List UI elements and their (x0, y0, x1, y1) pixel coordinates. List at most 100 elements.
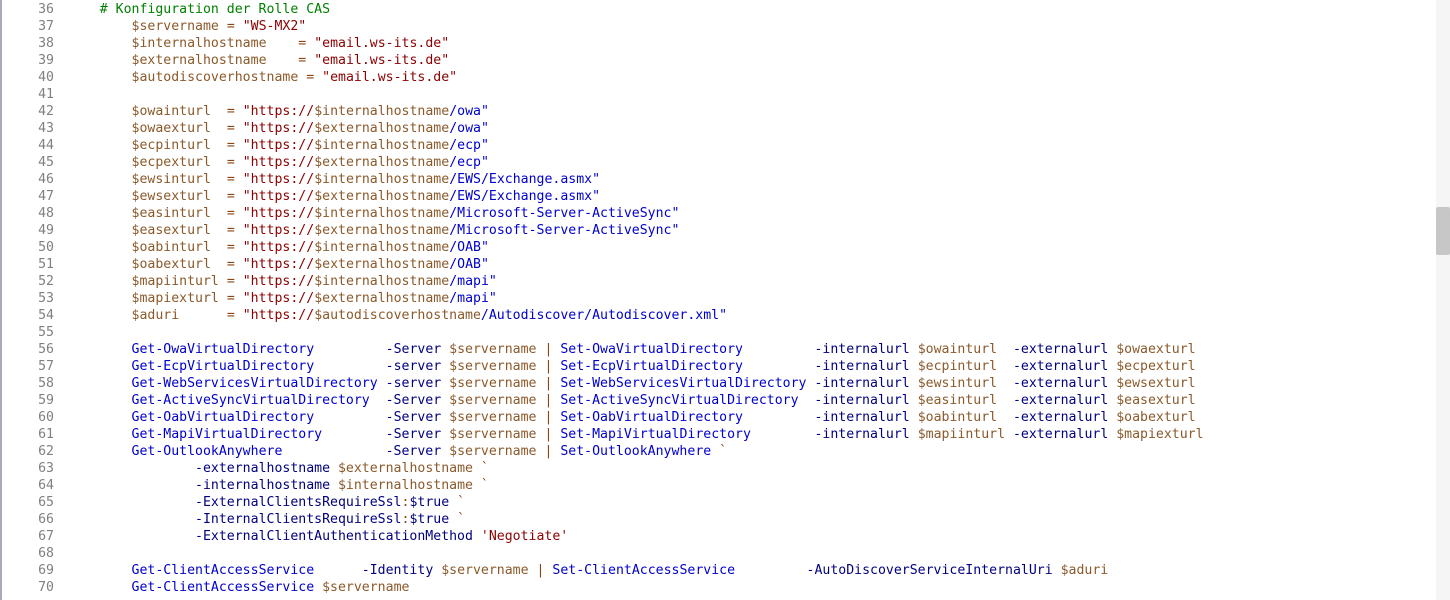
token-op: = (227, 189, 235, 204)
token-str: "https:// (243, 257, 314, 272)
line-number: 58 (2, 375, 54, 392)
code-line[interactable]: Get-ActiveSyncVirtualDirectory -Server $… (68, 392, 1450, 409)
code-line[interactable]: Get-MapiVirtualDirectory -Server $server… (68, 426, 1450, 443)
token-plain (68, 104, 132, 119)
token-var: $internalhostname (314, 206, 449, 221)
token-cmd: Get-MapiVirtualDirectory (132, 427, 323, 442)
token-op: = (227, 308, 235, 323)
token-param: -internalurl (814, 393, 909, 408)
token-str: "email.ws-its.de" (322, 70, 457, 85)
token-var: $servername (322, 580, 409, 595)
line-number: 46 (2, 171, 54, 188)
code-line[interactable]: # Konfiguration der Rolle CAS (68, 1, 1450, 18)
code-line[interactable]: Get-EcpVirtualDirectory -server $servern… (68, 358, 1450, 375)
token-plain (68, 495, 195, 510)
token-cmd: Set-OwaVirtualDirectory (560, 342, 743, 357)
token-plain (449, 512, 457, 527)
token-var: $externalhostname (314, 155, 449, 170)
code-line[interactable]: Get-OabVirtualDirectory -Server $servern… (68, 409, 1450, 426)
code-line[interactable]: -InternalClientsRequireSsl:$true ` (68, 511, 1450, 528)
token-var: $ecpexturl (132, 155, 211, 170)
token-plain (314, 359, 385, 374)
token-plain (529, 563, 537, 578)
token-plain (68, 19, 132, 34)
code-editor[interactable]: 3637383940414243444546474849505152535455… (0, 0, 1450, 600)
code-line[interactable] (68, 324, 1450, 341)
token-var: $internalhostname (314, 138, 449, 153)
token-plain (68, 274, 132, 289)
code-line[interactable]: $easexturl = "https://$externalhostname/… (68, 222, 1450, 239)
line-number: 67 (2, 528, 54, 545)
code-line[interactable]: -externalhostname $externalhostname ` (68, 460, 1450, 477)
token-plain (211, 155, 227, 170)
token-cmd: Get-OutlookAnywhere (132, 444, 283, 459)
token-plain (799, 393, 815, 408)
token-plain (370, 393, 386, 408)
code-line[interactable]: Get-ClientAccessService -Identity $serve… (68, 562, 1450, 579)
token-plain (314, 70, 322, 85)
code-line[interactable]: Get-WebServicesVirtualDirectory -server … (68, 375, 1450, 392)
token-plain (68, 189, 132, 204)
code-line[interactable]: $owaexturl = "https://$externalhostname/… (68, 120, 1450, 137)
token-var: $servername (132, 19, 219, 34)
token-plain (68, 427, 132, 442)
token-var: $owainturl (918, 342, 997, 357)
code-area[interactable]: # Konfiguration der Rolle CAS $servernam… (58, 0, 1450, 600)
code-line[interactable]: Get-OwaVirtualDirectory -Server $servern… (68, 341, 1450, 358)
token-str: "https:// (243, 223, 314, 238)
token-var: $easinturl (132, 206, 211, 221)
code-line[interactable]: $ecpexturl = "https://$externalhostname/… (68, 154, 1450, 171)
token-plain (68, 257, 132, 272)
token-plain (330, 478, 338, 493)
token-op: ` (481, 461, 489, 476)
token-kw: $true (409, 512, 449, 527)
code-line[interactable]: $oabexturl = "https://$externalhostname/… (68, 256, 1450, 273)
code-line[interactable]: $servername = "WS-MX2" (68, 18, 1450, 35)
token-op: ` (457, 512, 465, 527)
vertical-scrollbar-thumb[interactable] (1436, 207, 1450, 255)
code-line[interactable]: -internalhostname $internalhostname ` (68, 477, 1450, 494)
vertical-scrollbar-track[interactable] (1436, 0, 1450, 600)
code-line[interactable]: $aduri = "https://$autodiscoverhostname/… (68, 307, 1450, 324)
token-param: -internalhostname (195, 478, 330, 493)
token-param: -externalurl (1013, 410, 1108, 425)
code-line[interactable]: $externalhostname = "email.ws-its.de" (68, 52, 1450, 69)
token-plain (68, 240, 132, 255)
code-line[interactable] (68, 86, 1450, 103)
line-number: 70 (2, 579, 54, 596)
code-line[interactable]: -ExternalClientsRequireSsl:$true ` (68, 494, 1450, 511)
token-plain (68, 393, 132, 408)
token-plain (910, 410, 918, 425)
token-plain (68, 172, 132, 187)
code-line[interactable]: $ecpinturl = "https://$internalhostname/… (68, 137, 1450, 154)
code-line[interactable]: $mapiinturl = "https://$internalhostname… (68, 273, 1450, 290)
code-line[interactable]: $autodiscoverhostname = "email.ws-its.de… (68, 69, 1450, 86)
code-line[interactable]: $oabinturl = "https://$internalhostname/… (68, 239, 1450, 256)
code-line[interactable]: $mapiexturl = "https://$externalhostname… (68, 290, 1450, 307)
token-var: $mapiexturl (132, 291, 219, 306)
code-line[interactable]: $ewsinturl = "https://$internalhostname/… (68, 171, 1450, 188)
token-plain (219, 291, 227, 306)
token-var: $externalhostname (132, 53, 267, 68)
code-line[interactable]: Get-ClientAccessService $servername (68, 579, 1450, 596)
token-op: = (227, 240, 235, 255)
token-param: -InternalClientsRequireSsl (195, 512, 401, 527)
token-var: $ecpinturl (918, 359, 997, 374)
token-param: -externalurl (1013, 342, 1108, 357)
code-line[interactable]: Get-OutlookAnywhere -Server $servername … (68, 443, 1450, 460)
code-line[interactable]: $easinturl = "https://$internalhostname/… (68, 205, 1450, 222)
code-line[interactable]: $ewsexturl = "https://$externalhostname/… (68, 188, 1450, 205)
code-line[interactable]: $internalhostname = "email.ws-its.de" (68, 35, 1450, 52)
token-str: "https:// (243, 172, 314, 187)
line-number: 64 (2, 477, 54, 494)
line-number: 55 (2, 324, 54, 341)
token-plain (743, 410, 814, 425)
token-var: $oabinturl (918, 410, 997, 425)
code-line[interactable]: -ExternalClientAuthenticationMethod 'Neg… (68, 528, 1450, 545)
code-line[interactable] (68, 545, 1450, 562)
token-plain (211, 189, 227, 204)
token-comment: # Konfiguration der Rolle CAS (100, 2, 330, 17)
token-op: = (227, 138, 235, 153)
token-plain (267, 53, 299, 68)
code-line[interactable]: $owainturl = "https://$internalhostname/… (68, 103, 1450, 120)
